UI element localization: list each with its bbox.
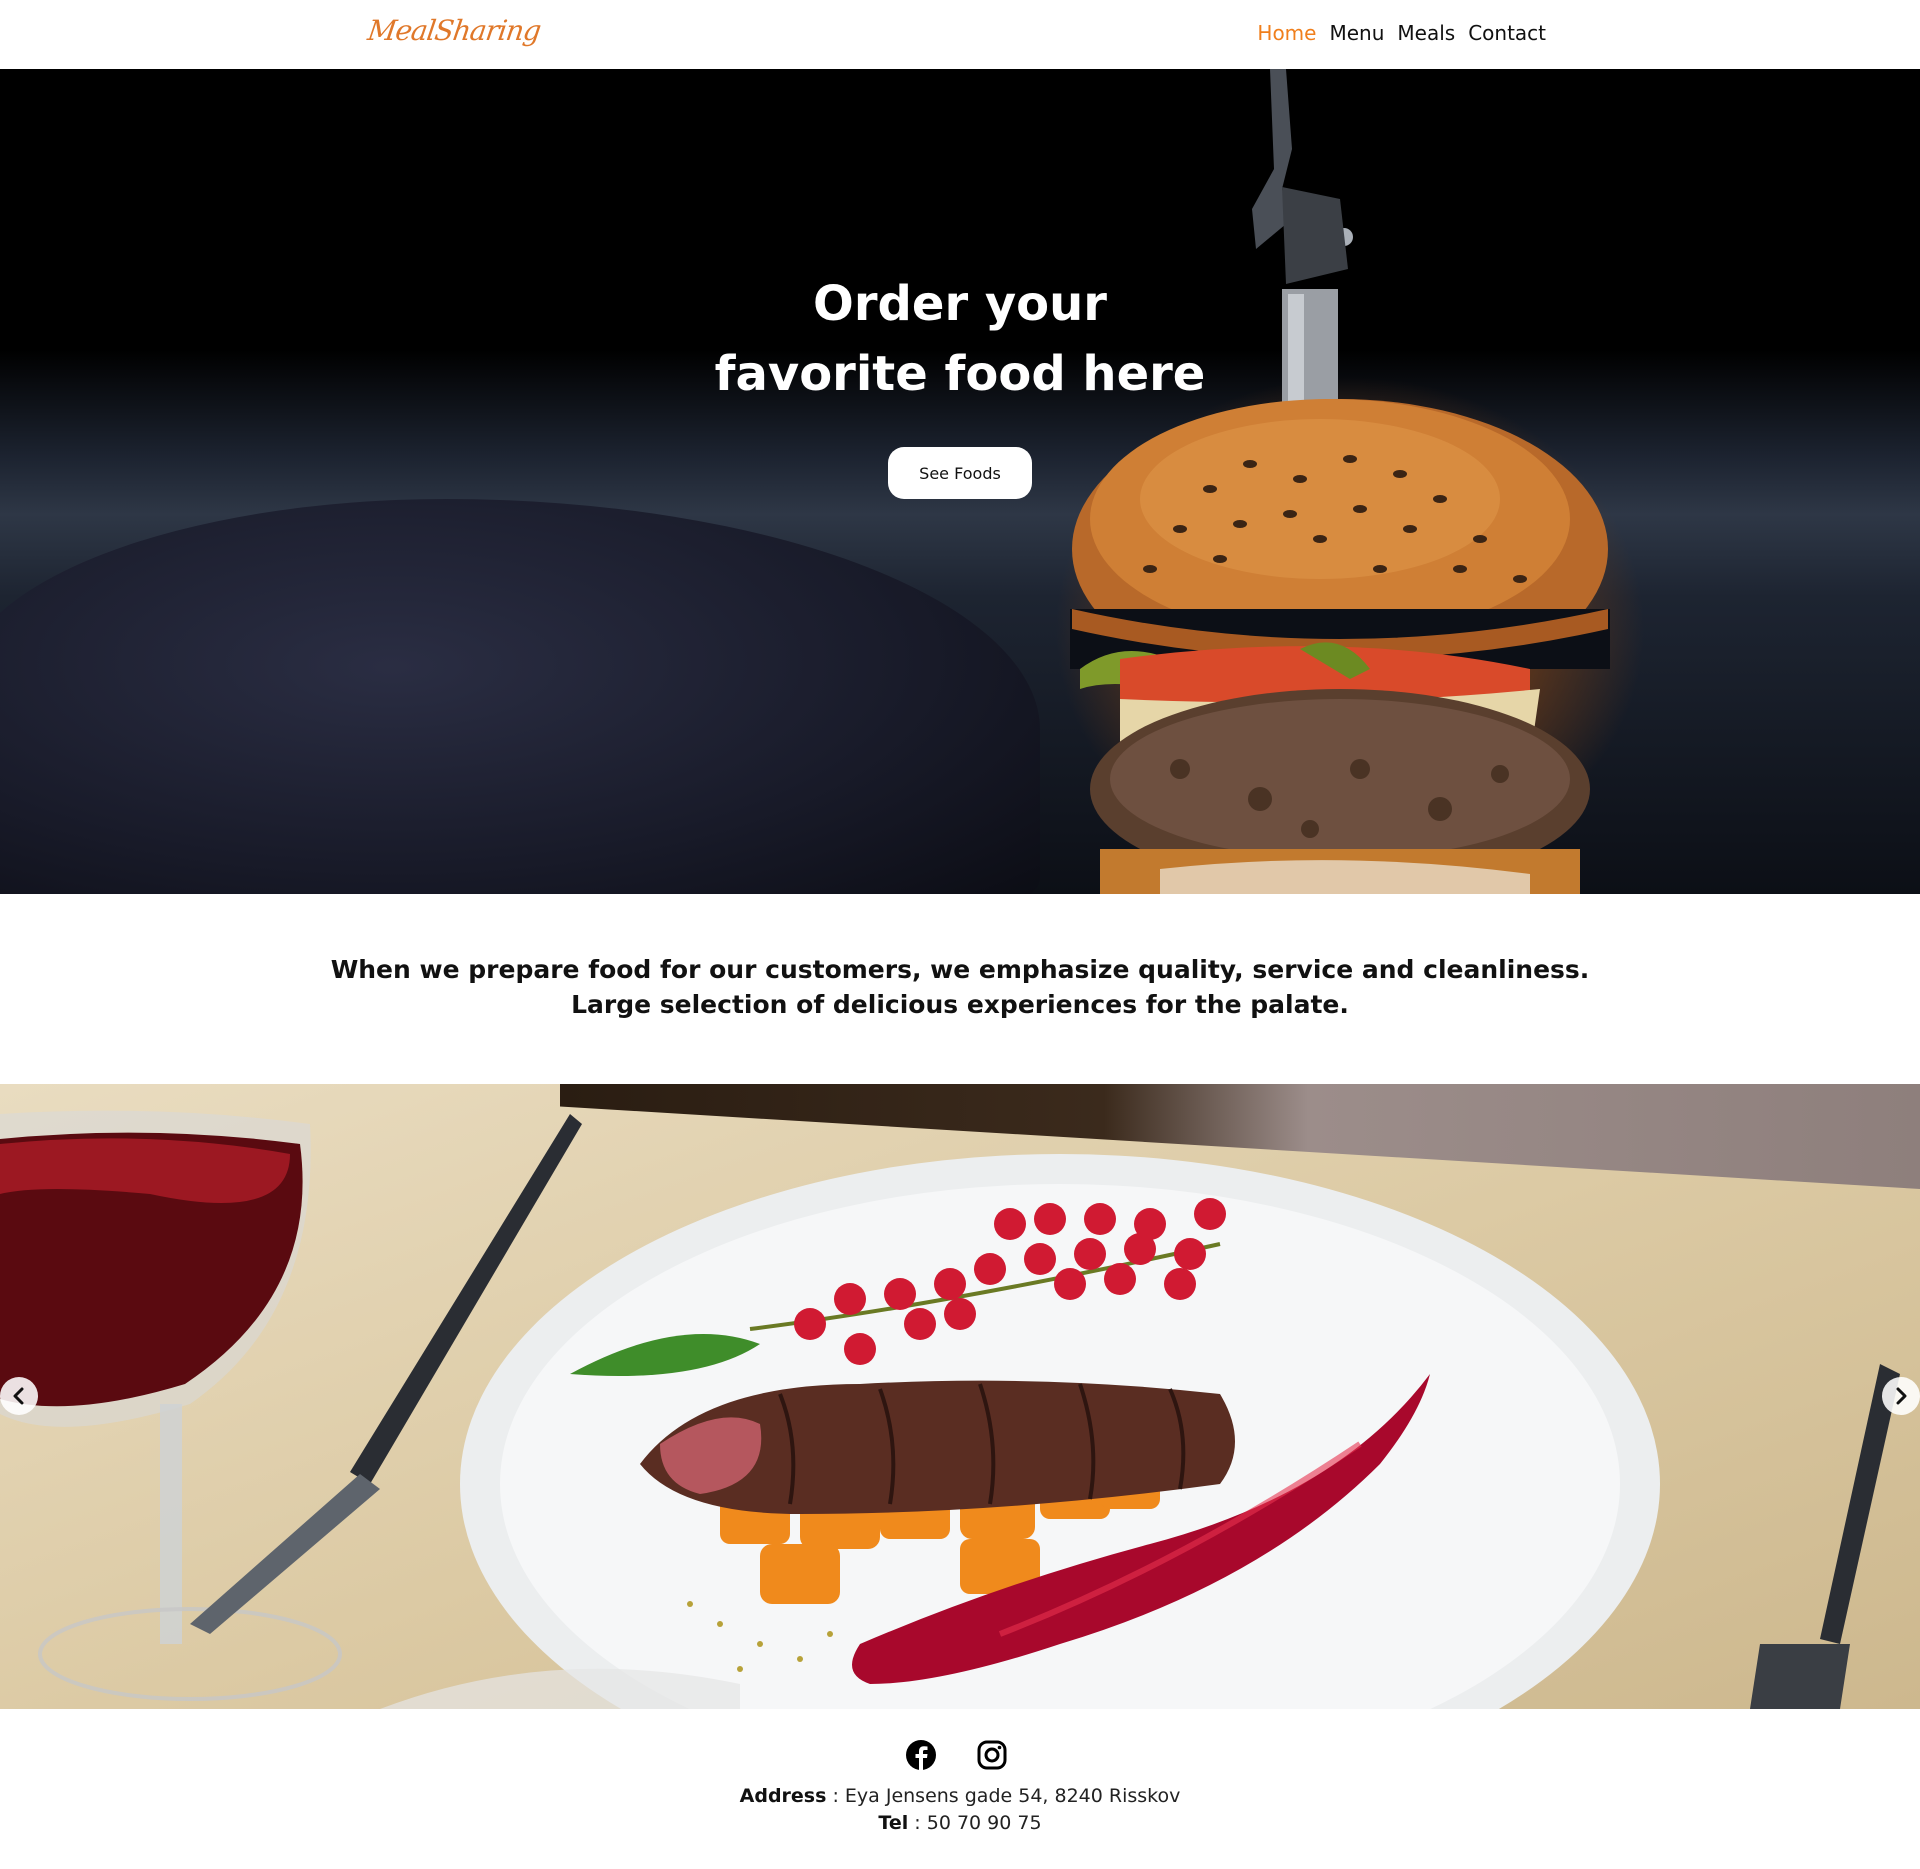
contact-info: Address : Eya Jensens gade 54, 8240 Riss… xyxy=(0,1783,1920,1837)
nav-link-menu[interactable]: Menu xyxy=(1329,21,1384,45)
hero-title: Order your favorite food here xyxy=(0,269,1920,409)
intro-line-1: When we prepare food for our customers, … xyxy=(330,955,1590,984)
social-links xyxy=(905,1739,1008,1771)
nav-link-contact[interactable]: Contact xyxy=(1468,21,1546,45)
hero-title-line-1: Order your xyxy=(813,276,1107,332)
chevron-left-icon xyxy=(13,1387,24,1405)
site-footer: Address : Eya Jensens gade 54, 8240 Riss… xyxy=(0,1709,1920,1869)
site-header: MealSharing Home Menu Meals Contact xyxy=(0,0,1920,69)
tel-value: : 50 70 90 75 xyxy=(908,1812,1042,1834)
instagram-link[interactable] xyxy=(976,1739,1008,1771)
hero-burger-image xyxy=(1070,69,1610,894)
facebook-icon xyxy=(906,1740,936,1770)
address-line: Address : Eya Jensens gade 54, 8240 Riss… xyxy=(0,1783,1920,1810)
tel-line: Tel : 50 70 90 75 xyxy=(0,1810,1920,1837)
instagram-icon xyxy=(977,1740,1007,1770)
hero-title-line-2: favorite food here xyxy=(714,346,1206,402)
nav-link-home[interactable]: Home xyxy=(1257,21,1316,45)
intro-text: When we prepare food for our customers, … xyxy=(0,952,1920,1022)
site-logo[interactable]: MealSharing xyxy=(366,14,543,47)
see-foods-button[interactable]: See Foods xyxy=(888,447,1032,499)
address-label: Address xyxy=(739,1785,827,1807)
hero-cloth-backdrop xyxy=(0,499,1040,894)
tel-label: Tel xyxy=(878,1812,909,1834)
carousel-prev-button[interactable] xyxy=(0,1377,38,1415)
chevron-right-icon xyxy=(1896,1387,1907,1405)
main-nav: Home Menu Meals Contact xyxy=(1257,21,1546,45)
carousel-next-button[interactable] xyxy=(1882,1377,1920,1415)
carousel-slide-image xyxy=(0,1110,1900,1709)
hero-banner: Order your favorite food here See Foods xyxy=(0,69,1920,894)
address-value: : Eya Jensens gade 54, 8240 Risskov xyxy=(826,1785,1181,1807)
food-carousel xyxy=(0,1084,1920,1709)
facebook-link[interactable] xyxy=(905,1739,937,1771)
nav-link-meals[interactable]: Meals xyxy=(1397,21,1455,45)
intro-line-2: Large selection of delicious experiences… xyxy=(571,990,1349,1019)
